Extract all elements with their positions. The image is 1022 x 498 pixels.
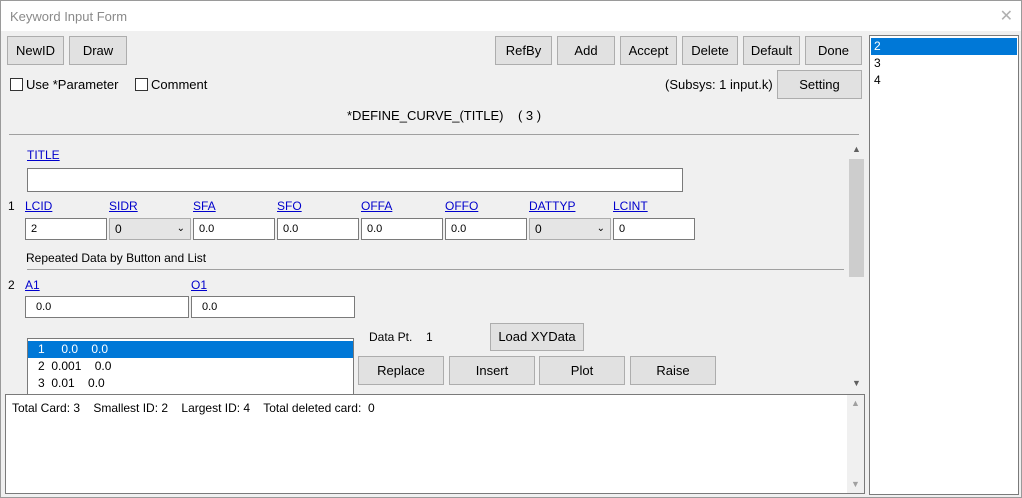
a1-label[interactable]: A1 bbox=[25, 278, 40, 292]
window-title: Keyword Input Form bbox=[10, 9, 128, 24]
draw-button[interactable]: Draw bbox=[69, 36, 127, 65]
o1-input[interactable]: 0.0 bbox=[191, 296, 355, 318]
lcid-input[interactable]: 2 bbox=[25, 218, 107, 240]
sfo-input[interactable]: 0.0 bbox=[277, 218, 359, 240]
id-list-item[interactable]: 4 bbox=[871, 72, 1017, 89]
scroll-up-icon[interactable]: ▲ bbox=[851, 398, 860, 408]
form-scrollbar[interactable]: ▲ ▼ bbox=[848, 144, 865, 393]
insert-button[interactable]: Insert bbox=[449, 356, 535, 385]
use-parameter-label: Use *Parameter bbox=[26, 77, 119, 92]
list-item[interactable]: 2 0.001 0.0 bbox=[28, 358, 353, 375]
load-xydata-button[interactable]: Load XYData bbox=[490, 323, 584, 351]
scroll-up-icon[interactable]: ▲ bbox=[852, 144, 861, 154]
title-field-label[interactable]: TITLE bbox=[27, 148, 60, 162]
scrollbar-thumb[interactable] bbox=[849, 159, 864, 277]
setting-button[interactable]: Setting bbox=[777, 70, 862, 99]
scroll-down-icon[interactable]: ▼ bbox=[851, 479, 860, 489]
replace-button[interactable]: Replace bbox=[358, 356, 444, 385]
newid-button[interactable]: NewID bbox=[7, 36, 64, 65]
accept-button[interactable]: Accept bbox=[620, 36, 677, 65]
delete-button[interactable]: Delete bbox=[682, 36, 738, 65]
title-input[interactable] bbox=[27, 168, 683, 192]
sfo-label[interactable]: SFO bbox=[277, 199, 302, 213]
lcint-input[interactable]: 0 bbox=[613, 218, 695, 240]
sfa-input[interactable]: 0.0 bbox=[193, 218, 275, 240]
sidr-select[interactable]: 0 ⌄ bbox=[109, 218, 191, 240]
keyword-input-window: Keyword Input Form ✕ NewID Draw RefBy Ad… bbox=[0, 0, 1022, 498]
card-number-1: 1 bbox=[8, 199, 15, 213]
lcint-label[interactable]: LCINT bbox=[613, 199, 648, 213]
refby-button[interactable]: RefBy bbox=[495, 36, 552, 65]
data-pt-value: 1 bbox=[426, 330, 433, 344]
sidr-value: 0 bbox=[115, 222, 122, 236]
data-pt-label: Data Pt. bbox=[369, 330, 413, 344]
o1-label[interactable]: O1 bbox=[191, 278, 207, 292]
sfa-label[interactable]: SFA bbox=[193, 199, 216, 213]
id-list-item[interactable]: 3 bbox=[871, 55, 1017, 72]
add-button[interactable]: Add bbox=[557, 36, 615, 65]
done-button[interactable]: Done bbox=[805, 36, 862, 65]
use-parameter-checkbox[interactable] bbox=[10, 78, 23, 91]
comment-checkbox[interactable] bbox=[135, 78, 148, 91]
list-item[interactable]: 3 0.01 0.0 bbox=[28, 375, 353, 392]
status-textarea[interactable]: Total Card: 3 Smallest ID: 2 Largest ID:… bbox=[5, 394, 865, 494]
chevron-down-icon: ⌄ bbox=[596, 223, 605, 234]
comment-label: Comment bbox=[151, 77, 208, 92]
close-icon[interactable]: ✕ bbox=[1000, 6, 1013, 26]
offo-label[interactable]: OFFO bbox=[445, 199, 478, 213]
keyword-heading: *DEFINE_CURVE_(TITLE) ( 3 ) bbox=[347, 108, 542, 123]
chevron-down-icon: ⌄ bbox=[176, 223, 185, 234]
repeated-data-heading: Repeated Data by Button and List bbox=[26, 251, 207, 265]
offa-label[interactable]: OFFA bbox=[361, 199, 392, 213]
dattyp-label[interactable]: DATTYP bbox=[529, 199, 575, 213]
xy-data-list[interactable]: 1 0.0 0.0 2 0.001 0.0 3 0.01 0.0 bbox=[27, 338, 354, 395]
id-list[interactable]: 2 3 4 bbox=[869, 35, 1019, 495]
list-item[interactable]: 1 0.0 0.0 bbox=[28, 341, 353, 358]
offa-input[interactable]: 0.0 bbox=[361, 218, 443, 240]
divider bbox=[27, 269, 844, 270]
offo-input[interactable]: 0.0 bbox=[445, 218, 527, 240]
title-bar: Keyword Input Form ✕ bbox=[1, 1, 1021, 31]
status-text: Total Card: 3 Smallest ID: 2 Largest ID:… bbox=[12, 401, 375, 415]
a1-input[interactable]: 0.0 bbox=[25, 296, 189, 318]
raise-button[interactable]: Raise bbox=[630, 356, 716, 385]
scroll-down-icon[interactable]: ▼ bbox=[852, 378, 861, 388]
id-list-item[interactable]: 2 bbox=[871, 38, 1017, 55]
dattyp-select[interactable]: 0 ⌄ bbox=[529, 218, 611, 240]
lcid-label[interactable]: LCID bbox=[25, 199, 52, 213]
plot-button[interactable]: Plot bbox=[539, 356, 625, 385]
sidr-label[interactable]: SIDR bbox=[109, 199, 138, 213]
status-scrollbar[interactable]: ▲ ▼ bbox=[847, 395, 864, 493]
card-number-2: 2 bbox=[8, 278, 15, 292]
default-button[interactable]: Default bbox=[743, 36, 800, 65]
subsys-text: (Subsys: 1 input.k) bbox=[665, 77, 773, 92]
divider bbox=[9, 134, 859, 135]
dattyp-value: 0 bbox=[535, 222, 542, 236]
